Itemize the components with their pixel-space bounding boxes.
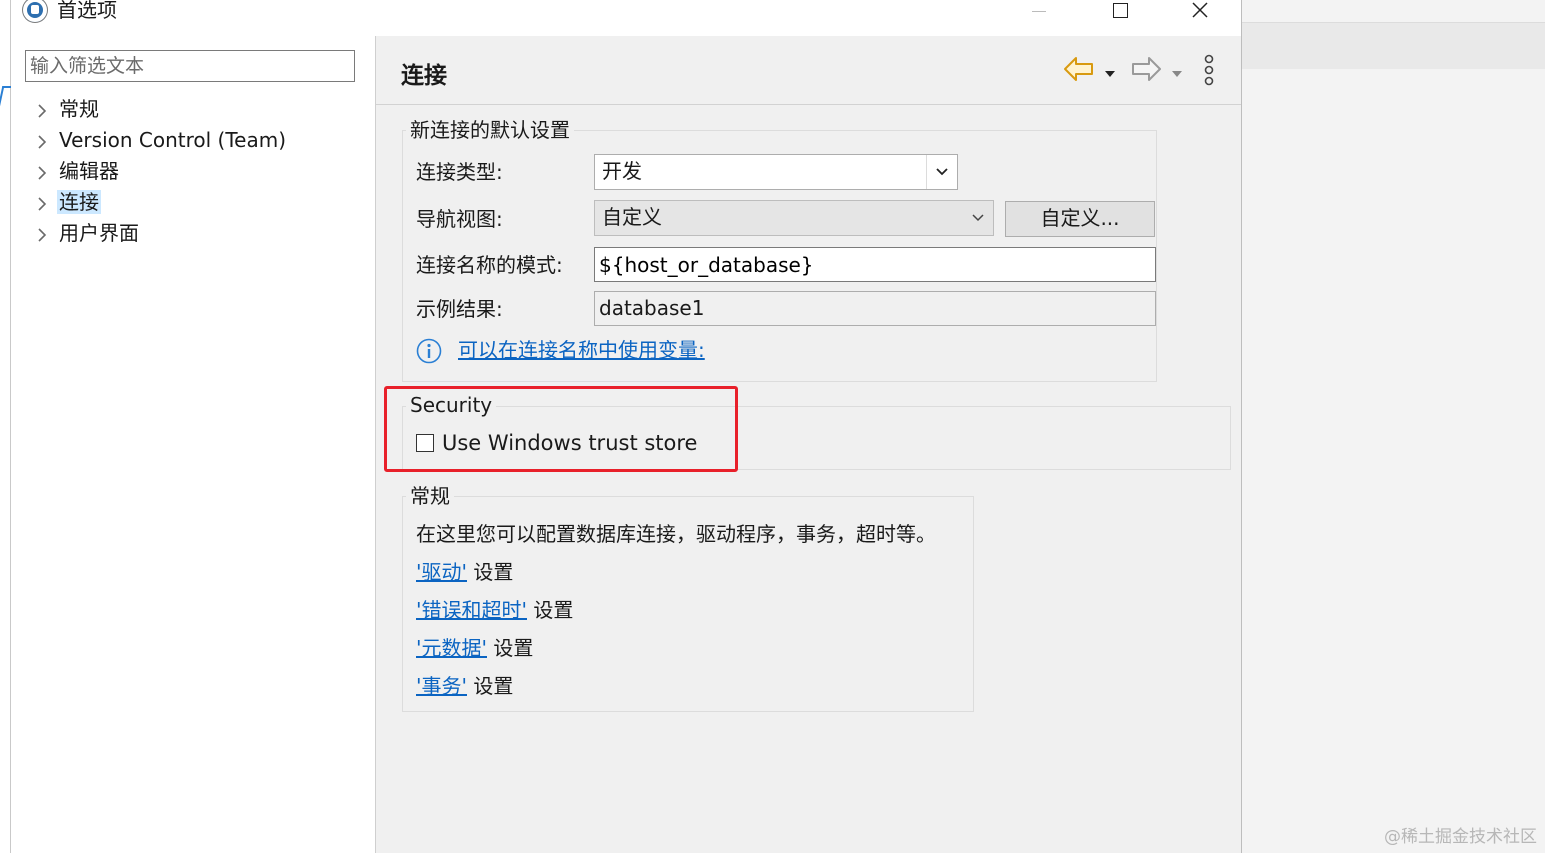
settings-link-row: '元数据' 设置 [416, 634, 533, 662]
group-title: 常规 [406, 484, 454, 508]
close-icon [1192, 2, 1208, 18]
title-bar: 首选项 [11, 0, 1241, 36]
close-button[interactable] [1177, 0, 1223, 24]
tree-item-label: 连接 [57, 190, 101, 214]
link-suffix: 设置 [527, 598, 574, 622]
forward-history-dropdown[interactable] [1171, 64, 1183, 77]
preferences-dialog: 首选项 常规 Version Control (Team) 编辑器 连接 用户界… [11, 0, 1242, 853]
navigator-view-label: 导航视图: [416, 207, 503, 231]
background-app: @稀土掘金技术社区 [1242, 0, 1545, 853]
background-toolbar [1242, 22, 1545, 69]
sample-result-field: database1 [594, 291, 1156, 326]
chevron-right-icon[interactable] [33, 126, 51, 157]
back-history-dropdown[interactable] [1104, 64, 1116, 77]
dropdown-arrow-icon [1105, 71, 1115, 77]
preference-tree: 常规 Version Control (Team) 编辑器 连接 用户界面 [33, 94, 288, 249]
name-pattern-input[interactable] [594, 247, 1156, 282]
tree-item-connections[interactable]: 连接 [33, 187, 288, 218]
settings-link-row: '错误和超时' 设置 [416, 596, 573, 624]
info-icon [416, 338, 442, 364]
chevron-right-icon[interactable] [33, 95, 51, 126]
chevron-down-icon[interactable] [926, 155, 957, 189]
view-menu-button[interactable] [1202, 54, 1216, 86]
name-pattern-label: 连接名称的模式: [416, 253, 563, 277]
navigator-view-value: 自定义 [602, 205, 662, 229]
more-vertical-icon [1204, 54, 1214, 86]
chevron-right-icon[interactable] [33, 219, 51, 250]
app-icon [23, 0, 47, 22]
drivers-settings-link[interactable]: '驱动' [416, 560, 467, 584]
back-arrow-icon [1064, 57, 1093, 81]
preference-tree-pane: 常规 Version Control (Team) 编辑器 连接 用户界面 [11, 36, 376, 853]
errors-timeouts-settings-link[interactable]: '错误和超时' [416, 598, 527, 622]
page-header: 连接 [376, 36, 1241, 105]
tree-item-version-control[interactable]: Version Control (Team) [33, 125, 288, 156]
chevron-right-icon[interactable] [33, 157, 51, 188]
group-title: 新连接的默认设置 [406, 118, 574, 142]
filter-input[interactable] [25, 50, 355, 82]
connection-type-value: 开发 [602, 159, 642, 183]
chevron-right-icon[interactable] [33, 188, 51, 219]
link-suffix: 设置 [467, 560, 514, 584]
connection-type-label: 连接类型: [416, 160, 503, 184]
page-title: 连接 [401, 63, 447, 89]
sample-result-label: 示例结果: [416, 297, 503, 321]
minimize-button[interactable] [1015, 0, 1061, 24]
tree-item-label: Version Control (Team) [59, 128, 287, 152]
maximize-button[interactable] [1097, 0, 1143, 24]
tree-item-general[interactable]: 常规 [33, 94, 288, 125]
background-window-edge [0, 0, 13, 853]
customize-button[interactable]: 自定义... [1005, 201, 1155, 237]
general-description: 在这里您可以配置数据库连接，驱动程序，事务，超时等。 [416, 522, 936, 546]
link-suffix: 设置 [487, 636, 534, 660]
settings-link-row: '事务' 设置 [416, 672, 513, 700]
back-button[interactable] [1063, 55, 1095, 83]
dropdown-arrow-icon [1172, 71, 1182, 77]
forward-arrow-icon [1132, 57, 1161, 81]
watermark: @稀土掘金技术社区 [1384, 827, 1537, 847]
metadata-settings-link[interactable]: '元数据' [416, 636, 487, 660]
tree-item-label: 常规 [59, 97, 99, 121]
annotation-highlight-box [384, 386, 738, 472]
forward-button[interactable] [1130, 55, 1162, 83]
navigator-view-select[interactable]: 自定义 [594, 200, 994, 236]
tree-item-label: 编辑器 [59, 159, 119, 183]
tree-item-editors[interactable]: 编辑器 [33, 156, 288, 187]
chevron-down-icon[interactable] [963, 201, 993, 235]
preference-page: 连接 新连接的默认设置 连接类型: 开发 导航视图: 自定义 自定义... 连接… [376, 36, 1241, 853]
link-suffix: 设置 [467, 674, 514, 698]
transactions-settings-link[interactable]: '事务' [416, 674, 467, 698]
variables-help-link[interactable]: 可以在连接名称中使用变量: [458, 336, 705, 364]
connection-type-select[interactable]: 开发 [594, 154, 958, 190]
tree-item-user-interface[interactable]: 用户界面 [33, 218, 288, 249]
window-title: 首选项 [57, 0, 117, 22]
tree-item-label: 用户界面 [59, 221, 139, 245]
settings-link-row: '驱动' 设置 [416, 558, 513, 586]
